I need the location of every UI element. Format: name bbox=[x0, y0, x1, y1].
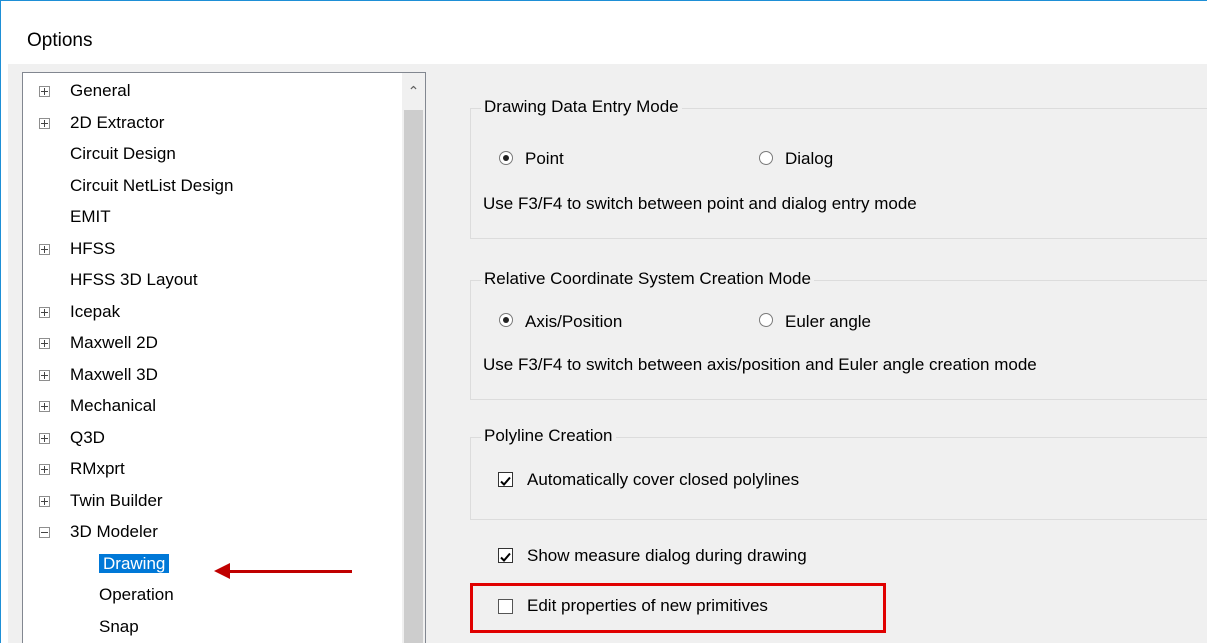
tree-item[interactable]: 2D Extractor bbox=[23, 111, 403, 135]
expander-vline bbox=[44, 88, 45, 95]
euler-angle-label[interactable]: Euler angle bbox=[785, 312, 871, 332]
tree-child-label: Operation bbox=[99, 585, 174, 604]
expander-vline bbox=[44, 340, 45, 347]
expander-vline bbox=[44, 434, 45, 442]
expand-plus-icon[interactable] bbox=[39, 338, 50, 349]
coord-mode-hint: Use F3/F4 to switch between axis/positio… bbox=[483, 355, 1037, 374]
checkmark-icon bbox=[500, 552, 511, 562]
expand-plus-icon[interactable] bbox=[39, 432, 50, 444]
coord-mode-group bbox=[470, 280, 1207, 400]
expand-plus-icon[interactable] bbox=[39, 369, 50, 381]
point-radio[interactable] bbox=[499, 151, 513, 165]
tree-item[interactable]: Mechanical bbox=[23, 394, 403, 418]
tree-item-label: Maxwell 3D bbox=[70, 364, 158, 384]
tree-child-item[interactable]: Snap bbox=[99, 615, 139, 639]
tree-item-label: 2D Extractor bbox=[70, 112, 165, 132]
tree-item[interactable]: RMxprt bbox=[23, 457, 403, 481]
tree-scrollbar-thumb[interactable] bbox=[404, 110, 423, 643]
tree-item-label: Q3D bbox=[70, 427, 105, 447]
axis-position-radio[interactable] bbox=[499, 313, 513, 327]
tree-child-item[interactable]: Drawing bbox=[99, 552, 170, 576]
drawing-mode-title: Drawing Data Entry Mode bbox=[481, 97, 682, 117]
cover-closed-label[interactable]: Automatically cover closed polylines bbox=[527, 470, 799, 490]
tree-item-label: RMxprt bbox=[70, 459, 125, 478]
expander-hline bbox=[41, 532, 48, 533]
expand-plus-icon[interactable] bbox=[39, 306, 50, 318]
cover-closed-checkbox[interactable] bbox=[498, 472, 513, 487]
expander-vline bbox=[44, 403, 45, 410]
annotation-arrow-icon bbox=[214, 563, 230, 579]
scroll-up-icon[interactable]: ⌃ bbox=[404, 80, 423, 102]
tree-item-label: Circuit NetList Design bbox=[70, 175, 234, 195]
tree-item[interactable]: Circuit NetList Design bbox=[23, 174, 403, 198]
tree-item[interactable]: HFSS 3D Layout bbox=[23, 268, 403, 292]
tree-child-item[interactable]: Operation bbox=[99, 583, 174, 607]
tree-item-label: 3D Modeler bbox=[70, 522, 158, 541]
expander-vline bbox=[44, 308, 45, 316]
expand-plus-icon[interactable] bbox=[39, 117, 50, 129]
tree-item-label: Icepak bbox=[70, 301, 121, 321]
expander-vline bbox=[44, 497, 45, 505]
polyline-title: Polyline Creation bbox=[481, 426, 616, 446]
tree-item-label: Mechanical bbox=[70, 396, 156, 415]
tree-item-label: Twin Builder bbox=[70, 490, 163, 510]
collapse-minus-icon[interactable] bbox=[39, 527, 50, 538]
tree-item[interactable]: Maxwell 2D bbox=[23, 331, 403, 355]
tree-item-label: EMIT bbox=[70, 207, 111, 226]
coord-mode-title: Relative Coordinate System Creation Mode bbox=[481, 269, 814, 289]
show-measure-checkbox[interactable] bbox=[498, 548, 513, 563]
expander-vline bbox=[44, 371, 45, 379]
show-measure-label[interactable]: Show measure dialog during drawing bbox=[527, 546, 807, 566]
tree-item-label: Circuit Design bbox=[70, 144, 176, 163]
expand-plus-icon[interactable] bbox=[39, 401, 50, 412]
annotation-highlight-box bbox=[470, 583, 886, 633]
radio-dot bbox=[503, 155, 509, 161]
expander-vline bbox=[44, 119, 45, 127]
expand-plus-icon[interactable] bbox=[39, 86, 50, 97]
tree-child-label: Snap bbox=[99, 616, 139, 636]
drawing-mode-hint: Use F3/F4 to switch between point and di… bbox=[483, 194, 917, 213]
expand-plus-icon[interactable] bbox=[39, 243, 50, 255]
tree-child-label: Drawing bbox=[99, 553, 170, 573]
tree-item[interactable]: Q3D bbox=[23, 426, 403, 450]
tree-item[interactable]: Circuit Design bbox=[23, 142, 403, 166]
radio-dot bbox=[503, 317, 509, 323]
tree-item-label: HFSS bbox=[70, 238, 116, 258]
tree-item-label: HFSS 3D Layout bbox=[70, 270, 198, 289]
tree-item[interactable]: EMIT bbox=[23, 205, 403, 229]
expand-plus-icon[interactable] bbox=[39, 495, 50, 507]
expand-plus-icon[interactable] bbox=[39, 464, 50, 475]
tree-item[interactable]: Maxwell 3D bbox=[23, 363, 403, 387]
annotation-arrow-line bbox=[228, 570, 352, 573]
euler-angle-radio[interactable] bbox=[759, 313, 773, 327]
options-tree[interactable]: General 2D Extractor Circuit Design Circuit… bbox=[22, 72, 426, 643]
checkmark-icon bbox=[500, 476, 511, 486]
axis-position-label[interactable]: Axis/Position bbox=[525, 312, 622, 332]
expander-vline bbox=[44, 466, 45, 473]
expander-vline bbox=[44, 245, 45, 253]
tree-item[interactable]: Icepak bbox=[23, 300, 403, 324]
window-title: Options bbox=[27, 30, 93, 51]
tree-item-label: Maxwell 2D bbox=[70, 333, 158, 352]
drawing-mode-group bbox=[470, 108, 1207, 239]
dialog-radio-label[interactable]: Dialog bbox=[785, 149, 833, 169]
tree-item-label: General bbox=[70, 81, 131, 100]
point-radio-label[interactable]: Point bbox=[525, 149, 564, 169]
tree-item[interactable]: Twin Builder bbox=[23, 489, 403, 513]
tree-item[interactable]: 3D Modeler bbox=[23, 520, 403, 544]
tree-item[interactable]: HFSS bbox=[23, 237, 403, 261]
tree-item[interactable]: General bbox=[23, 79, 403, 103]
dialog-radio[interactable] bbox=[759, 151, 773, 165]
